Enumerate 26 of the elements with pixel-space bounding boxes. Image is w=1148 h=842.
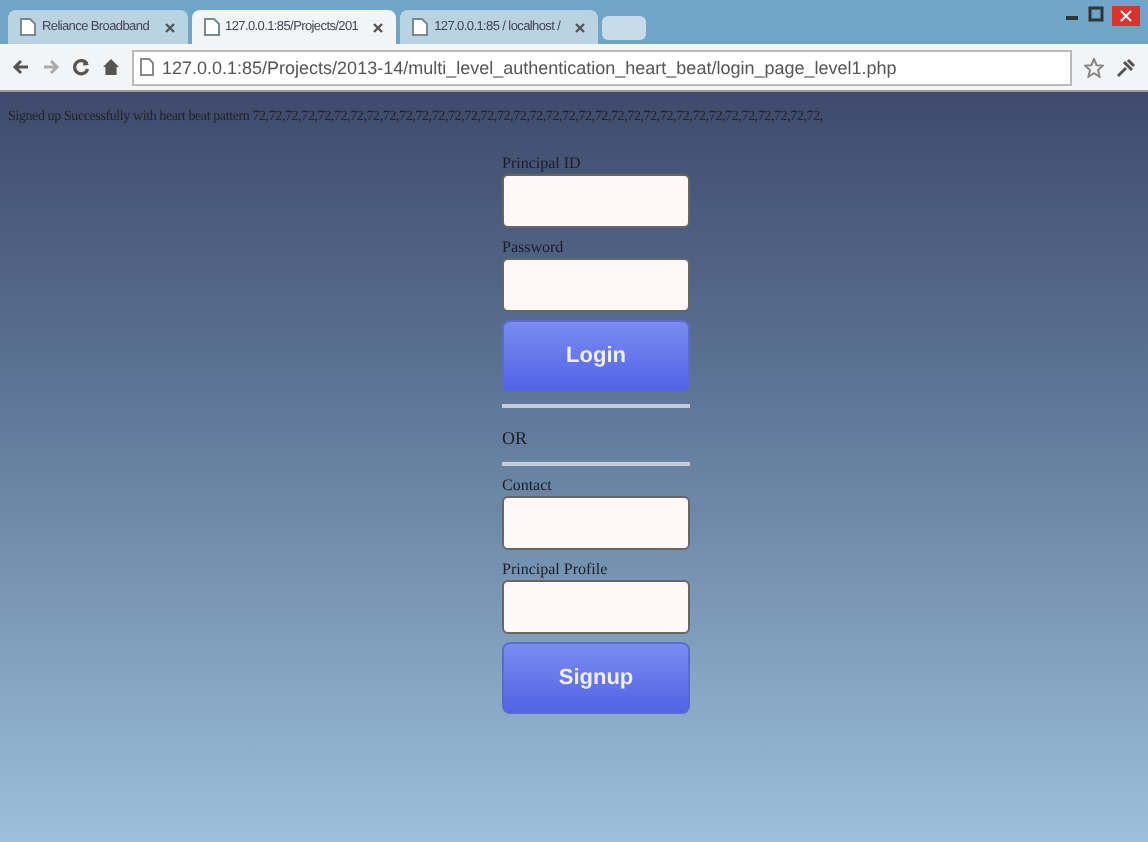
page-icon [203, 18, 220, 36]
close-icon[interactable] [372, 21, 385, 33]
star-icon[interactable] [1084, 57, 1104, 77]
address-bar[interactable]: 127.0.0.1:85/Projects/2013-14/multi_level_authentication_heart_beat/login_page_level1.php [132, 49, 1072, 85]
field-label: Password [502, 236, 566, 258]
reload-icon[interactable] [72, 58, 90, 76]
home-icon[interactable] [102, 58, 120, 76]
submit-button[interactable]: Login [502, 320, 690, 392]
close-icon[interactable] [163, 21, 176, 33]
close-icon[interactable] [574, 21, 587, 33]
back-icon[interactable] [12, 58, 30, 76]
page-icon [412, 18, 429, 36]
maximize-icon[interactable] [1088, 6, 1104, 22]
separator-label: OR [502, 428, 530, 448]
page-icon [140, 58, 154, 76]
page-icon [20, 18, 36, 36]
extension-icon[interactable] [1116, 57, 1136, 77]
field-label: Principal ID [502, 152, 583, 174]
input-field[interactable] [502, 496, 690, 550]
field-label: Principal Profile [502, 558, 610, 580]
close-icon[interactable] [1112, 6, 1140, 26]
submit-button[interactable]: Signup [502, 642, 690, 714]
field-label: Contact [502, 474, 554, 496]
input-field[interactable] [502, 258, 690, 312]
input-field[interactable] [502, 580, 690, 634]
input-field[interactable] [502, 174, 690, 228]
